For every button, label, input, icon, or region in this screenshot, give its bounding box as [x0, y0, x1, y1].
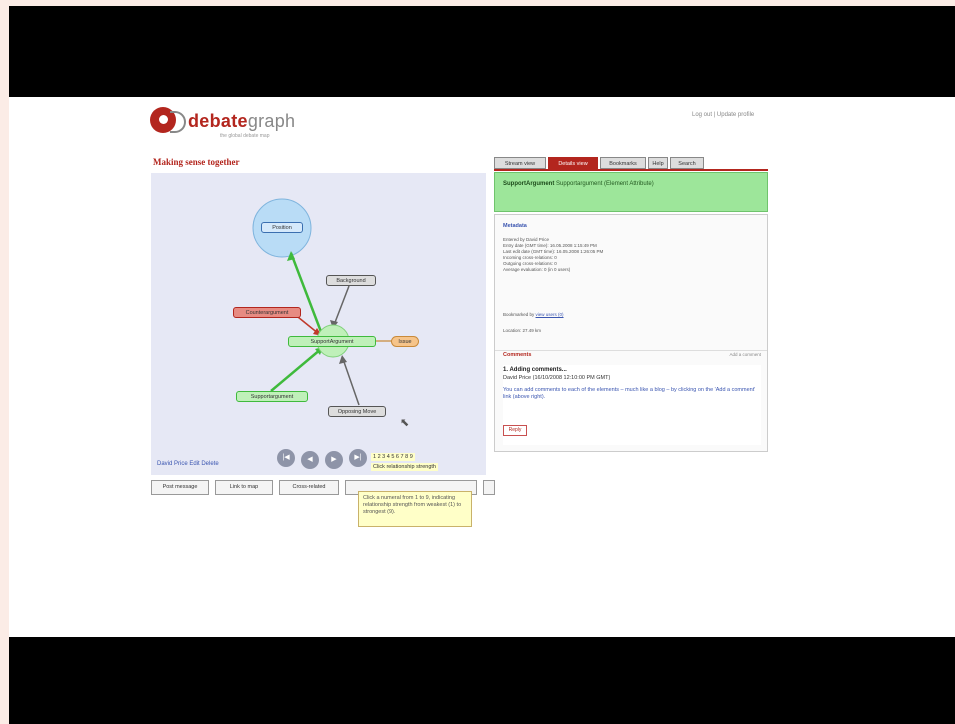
metadata-list: Entered by David Price Entry date (GMT t… — [503, 237, 603, 273]
node-background[interactable]: Background — [326, 275, 376, 286]
comments-header: Comments Add a comment — [495, 350, 767, 361]
location-text: Location: 27.49 km — [503, 328, 542, 333]
link-to-map-button[interactable]: Link to map — [215, 480, 273, 495]
tab-stream-view[interactable]: Stream view — [494, 157, 546, 169]
comments-title: Comments — [503, 352, 532, 358]
node-position[interactable]: Position — [261, 222, 303, 233]
node-issue[interactable]: Issue — [391, 336, 419, 347]
node-counterargument[interactable]: Counterargument — [233, 307, 301, 318]
nav-last-button[interactable]: ▶| — [349, 449, 367, 467]
reply-button[interactable]: Reply — [503, 425, 527, 436]
tab-details-view[interactable]: Details view — [548, 157, 598, 169]
map-author-links[interactable]: David Price Edit Delete — [157, 461, 219, 467]
post-message-button[interactable]: Post message — [151, 480, 209, 495]
map-title: Making sense together — [153, 157, 240, 167]
node-supportargument[interactable]: SupportArgument — [288, 336, 376, 347]
edge-opposing-support — [342, 358, 360, 406]
tab-underline — [494, 169, 768, 171]
tab-help[interactable]: Help — [648, 157, 668, 169]
mouse-cursor-icon: ⬉ — [400, 417, 410, 429]
logo-tagline: the global debate map — [220, 133, 270, 139]
add-comment-link[interactable]: Add a comment — [729, 352, 761, 357]
strength-tooltip: Click a numeral from 1 to 9, indicating … — [358, 491, 472, 527]
video-frame: debategraph the global debate map Log ou… — [9, 6, 955, 724]
nav-back-button[interactable]: ◀ — [301, 451, 319, 469]
element-summary: SupportArgument Supportargument (Element… — [494, 172, 768, 212]
bookmarks-row: Bookmarked by view users (0) — [503, 312, 564, 318]
cross-related-button[interactable]: Cross-related — [279, 480, 339, 495]
edge-supporting-support — [270, 348, 322, 392]
view-users-link[interactable]: view users (0) — [536, 312, 564, 317]
tab-search[interactable]: Search — [670, 157, 704, 169]
debategraph-logo[interactable]: debategraph the global debate map — [150, 107, 310, 147]
letterbox-top — [9, 6, 955, 97]
comment-item: 1. Adding comments... David Price (16/10… — [503, 365, 761, 445]
arrow-opposing-support — [339, 355, 347, 364]
edge-background-support — [333, 285, 350, 326]
metadata-line: Average evaluation: 0 (in 0 users) — [503, 267, 571, 272]
node-opposing-move[interactable]: Opposing Move — [328, 406, 386, 417]
comment-body: You can add comments to each of the elem… — [503, 387, 756, 400]
tab-bookmarks[interactable]: Bookmarks — [600, 157, 646, 169]
strength-label: Click relationship strength — [371, 463, 438, 471]
nav-first-button[interactable]: |◀ — [277, 449, 295, 467]
letterbox-bottom — [9, 637, 955, 724]
node-supportargument-child[interactable]: Supportargument — [236, 391, 308, 402]
summary-text: Supportargument (Element Attribute) — [556, 181, 654, 187]
bookmarks-label: Bookmarked by — [503, 312, 535, 317]
comment-title: 1. Adding comments... — [503, 367, 567, 373]
map-edges — [252, 198, 397, 406]
account-links[interactable]: Log out | Update profile — [692, 112, 754, 118]
logo-swirl-icon — [170, 111, 186, 133]
logo-text: debategraph — [188, 111, 296, 131]
comment-author: David Price (16/10/2008 12:10:00 PM GMT) — [503, 375, 611, 381]
debategraph-page: debategraph the global debate map Log ou… — [9, 97, 955, 637]
debate-map-canvas[interactable]: Position Background Counterargument Supp… — [151, 173, 486, 475]
strength-numerals[interactable]: 1 2 3 4 5 6 7 8 9 — [371, 453, 415, 461]
metadata-title: Metadata — [503, 223, 527, 229]
summary-title: SupportArgument — [503, 181, 555, 187]
details-panel: Metadata Entered by David Price Entry da… — [494, 214, 768, 452]
toolbar-more-button[interactable] — [483, 480, 495, 495]
nav-forward-button[interactable]: ▶ — [325, 451, 343, 469]
